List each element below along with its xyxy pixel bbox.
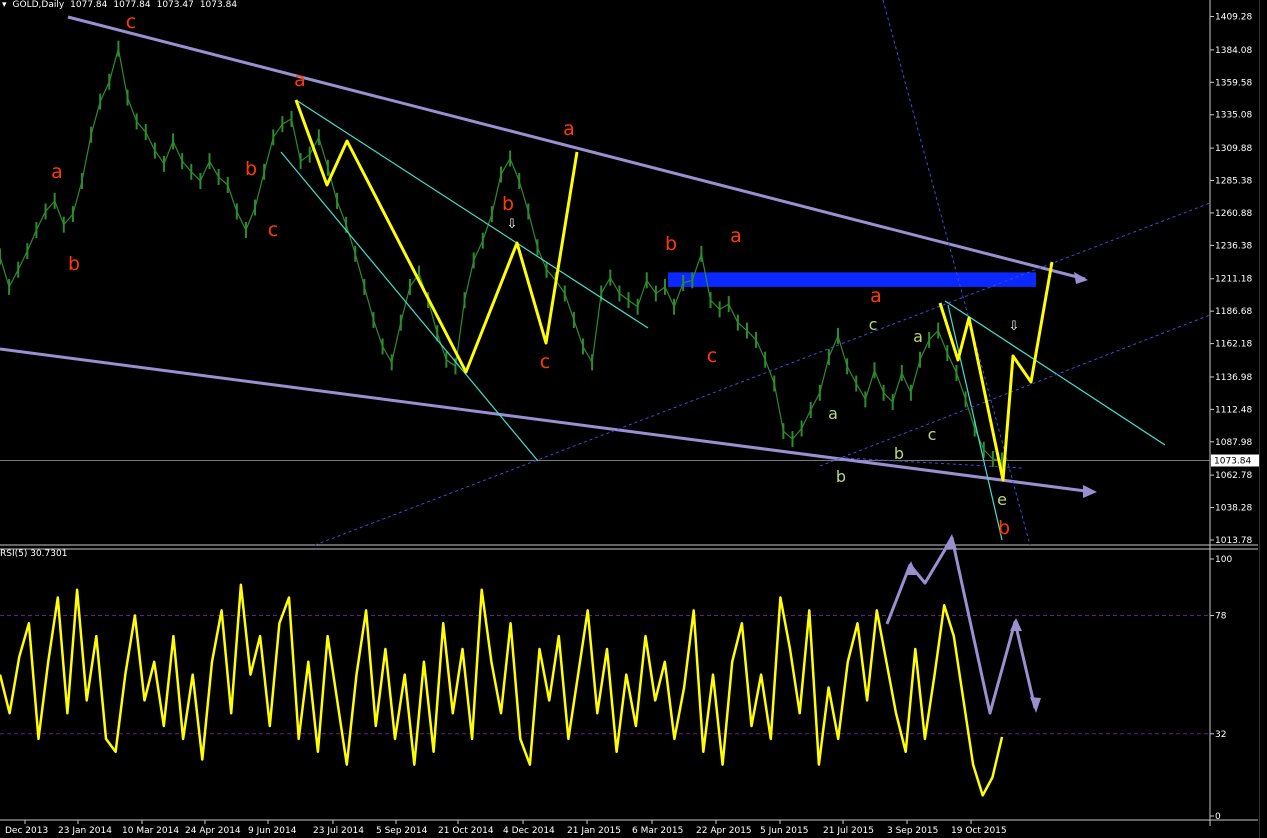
lower-trendline-arrow	[1083, 485, 1097, 498]
time-tick-label: 21 Jul 2015	[823, 826, 874, 836]
rsi-line	[0, 583, 1004, 797]
time-tick-label: 10 Mar 2014	[122, 826, 179, 836]
cyan-channel-lower	[280, 151, 539, 462]
wave-label-b: b	[998, 517, 1010, 539]
chart-dropdown-icon[interactable]: ▾	[2, 0, 7, 10]
rsi-header: RSI(5) 30.7301	[0, 549, 68, 559]
wave-label-c: c	[928, 425, 937, 444]
price-tick-label: 1359.58	[1215, 78, 1252, 88]
wave-label-a: a	[828, 404, 838, 423]
time-tick-label: 23 Jul 2014	[313, 826, 364, 836]
time-tick-label: 19 Oct 2015	[951, 826, 1007, 836]
right-edge-strip	[1259, 0, 1267, 838]
time-tick-label: 9 Jun 2014	[248, 826, 297, 836]
rsi-projection-arrowhead-3	[1010, 618, 1022, 631]
wave-label-a: a	[913, 327, 923, 346]
wave-label-e: e	[997, 490, 1007, 509]
wave-label-c: c	[268, 219, 278, 241]
price-tick-label: 1285.38	[1215, 177, 1252, 187]
time-tick-label: 21 Jan 2015	[567, 826, 621, 836]
price-tick-label: 1162.18	[1215, 340, 1252, 350]
high-value: 1077.84	[113, 0, 151, 10]
time-tick-label: 4 Dec 2014	[503, 826, 555, 836]
resistance-zone	[668, 272, 1036, 287]
rsi-projection-arrowhead-4	[905, 561, 917, 575]
cyan-channel-right	[944, 300, 1166, 446]
rsi-tick-label: 0	[1215, 812, 1221, 822]
current-price-label: 1073.84	[1214, 457, 1251, 467]
upper-trendline	[67, 15, 1086, 281]
price-tick-label: 1236.38	[1215, 241, 1252, 251]
time-tick-label: 3 Sep 2015	[887, 826, 938, 836]
wave-label-b: b	[894, 444, 904, 463]
chart-header: ▾ GOLD,Daily 1077.84 1077.84 1073.47 1073.84	[2, 0, 243, 10]
rsi-tick-label: 100	[1215, 555, 1232, 565]
time-tick-label: 6 Mar 2015	[632, 826, 683, 836]
price-tick-label: 1309.88	[1215, 144, 1252, 154]
time-tick-label: 5 Jun 2015	[760, 826, 808, 836]
down-arrow-2: ⇩	[1009, 319, 1020, 334]
cyan-channel-upper	[295, 99, 649, 329]
price-tick-label: 1211.18	[1215, 275, 1252, 285]
time-tick-label: 21 Oct 2014	[438, 826, 494, 836]
wave-label-b: b	[502, 193, 514, 215]
wave-label-a: a	[294, 69, 306, 91]
rsi-projection-arrowhead-1	[944, 534, 957, 550]
close-value: 1073.84	[199, 0, 238, 10]
price-tick-label: 1013.78	[1215, 536, 1252, 546]
price-tick-label: 1038.28	[1215, 504, 1252, 514]
open-value: 1077.84	[70, 0, 108, 10]
time-tick-label: 24 Apr 2014	[185, 826, 241, 836]
wave-label-b: b	[245, 158, 257, 180]
price-tick-label: 1112.48	[1215, 405, 1252, 415]
time-tick-label: 23 Jan 2014	[58, 826, 112, 836]
dotted-channel-1	[314, 202, 1211, 546]
wave-label-b: b	[836, 467, 846, 486]
wave-label-a: a	[51, 161, 63, 183]
down-arrow-1: ⇩	[507, 217, 518, 232]
wave-label-b: b	[68, 253, 80, 275]
price-tick-label: 1186.68	[1215, 307, 1252, 317]
price-tick-label: 1136.98	[1215, 373, 1252, 383]
price-tick-label: 1062.78	[1215, 471, 1252, 481]
dotted-channel-2	[819, 314, 1211, 467]
time-tick-label: 22 Apr 2015	[696, 826, 752, 836]
wave-label-c: c	[540, 351, 550, 373]
price-chart: 1409.28 1384.08 1359.58 1335.08 1309.88 1285.…	[0, 0, 1259, 836]
wave-label-c: c	[126, 11, 136, 33]
price-tick-label: 1335.08	[1215, 111, 1252, 121]
symbol-label: GOLD,Daily	[12, 0, 65, 10]
price-series-line	[0, 48, 1003, 462]
rsi-tick-label: 32	[1215, 730, 1226, 740]
low-value: 1073.47	[156, 0, 194, 10]
price-tick-label: 1087.98	[1215, 438, 1252, 448]
price-tick-label: 1409.28	[1215, 13, 1252, 23]
wave-label-a: a	[870, 285, 882, 307]
time-tick-label: 5 Sep 2014	[376, 826, 428, 836]
upper-trendline-arrow	[1074, 272, 1088, 284]
wave-label-b: b	[665, 233, 677, 255]
wave-label-c: c	[869, 315, 878, 334]
price-tick-label: 1384.08	[1215, 46, 1252, 56]
wave-label-a: a	[563, 118, 575, 140]
rsi-projection-arrowhead-2	[1030, 697, 1041, 713]
wave-label-a: a	[730, 225, 742, 247]
wave-label-c: c	[707, 345, 717, 367]
price-tick-label: 1260.88	[1215, 209, 1252, 219]
time-tick-label: Dec 2013	[5, 826, 48, 836]
rsi-tick-label: 78	[1215, 612, 1227, 622]
